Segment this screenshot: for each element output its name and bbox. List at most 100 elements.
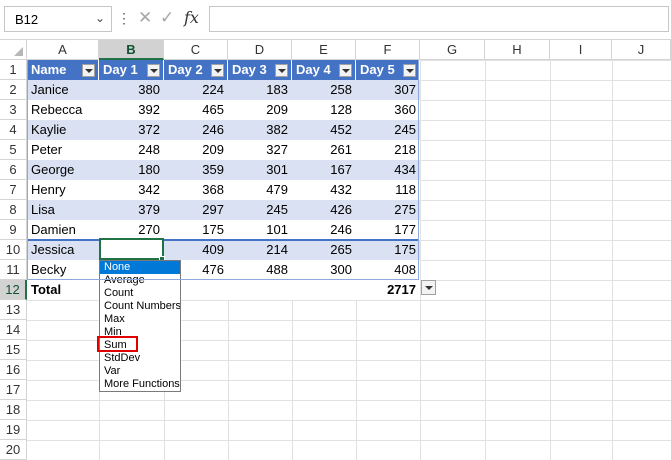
row-header-4[interactable]: 4: [0, 120, 27, 140]
table-cell-name[interactable]: George: [27, 160, 99, 180]
table-cell-value[interactable]: 261: [292, 140, 356, 160]
chevron-down-icon[interactable]: ⌄: [95, 11, 105, 25]
row-header-8[interactable]: 8: [0, 200, 27, 220]
row-header-20[interactable]: 20: [0, 440, 27, 460]
check-icon[interactable]: ✓: [160, 8, 174, 28]
filter-dropdown-icon[interactable]: [339, 64, 352, 77]
table-cell-value[interactable]: 372: [99, 120, 164, 140]
filter-dropdown-icon[interactable]: [82, 64, 95, 77]
table-cell-value[interactable]: 183: [228, 80, 292, 100]
table-cell-value[interactable]: 380: [99, 80, 164, 100]
row-header-7[interactable]: 7: [0, 180, 27, 200]
function-option-average[interactable]: Average: [100, 274, 180, 287]
table-cell-name[interactable]: Jessica: [27, 240, 99, 260]
row-header-14[interactable]: 14: [0, 320, 27, 340]
table-cell-value[interactable]: 118: [356, 180, 420, 200]
table-cell-value[interactable]: 452: [292, 120, 356, 140]
table-cell-value[interactable]: 246: [164, 120, 228, 140]
row-header-6[interactable]: 6: [0, 160, 27, 180]
table-cell-value[interactable]: 101: [228, 220, 292, 240]
table-cell-value[interactable]: 218: [356, 140, 420, 160]
table-cell-value[interactable]: 177: [356, 220, 420, 240]
function-option-min[interactable]: Min: [100, 326, 180, 339]
table-cell-value[interactable]: 270: [99, 220, 164, 240]
select-all-corner[interactable]: [0, 40, 27, 60]
table-cell-name[interactable]: Lisa: [27, 200, 99, 220]
row-header-5[interactable]: 5: [0, 140, 27, 160]
filter-dropdown-icon[interactable]: [403, 64, 416, 77]
row-header-17[interactable]: 17: [0, 380, 27, 400]
column-header-a[interactable]: A: [27, 40, 99, 60]
table-cell-value[interactable]: 167: [292, 160, 356, 180]
table-header-day-2[interactable]: Day 2: [164, 60, 228, 80]
row-header-18[interactable]: 18: [0, 400, 27, 420]
table-cell-value[interactable]: 426: [292, 200, 356, 220]
row-header-19[interactable]: 19: [0, 420, 27, 440]
column-header-f[interactable]: F: [356, 40, 420, 60]
table-cell-name[interactable]: Janice: [27, 80, 99, 100]
table-cell-value[interactable]: 245: [228, 200, 292, 220]
row-header-2[interactable]: 2: [0, 80, 27, 100]
table-cell-value[interactable]: 359: [164, 160, 228, 180]
table-header-day-1[interactable]: Day 1: [99, 60, 164, 80]
row-header-12[interactable]: 12: [0, 280, 27, 300]
function-option-count-numbers[interactable]: Count Numbers: [100, 300, 180, 313]
table-cell-value[interactable]: 209: [228, 100, 292, 120]
table-header-name[interactable]: Name: [27, 60, 99, 80]
table-cell-name[interactable]: Peter: [27, 140, 99, 160]
cancel-icon[interactable]: ✕: [138, 8, 152, 28]
row-header-11[interactable]: 11: [0, 260, 27, 280]
insert-function-icon[interactable]: fx: [184, 8, 199, 27]
row-header-3[interactable]: 3: [0, 100, 27, 120]
table-cell-value[interactable]: 432: [292, 180, 356, 200]
table-cell-value[interactable]: 300: [292, 260, 356, 280]
total-value[interactable]: 2717: [356, 280, 420, 300]
table-cell-value[interactable]: 297: [164, 200, 228, 220]
table-cell-value[interactable]: 479: [228, 180, 292, 200]
table-cell-name[interactable]: Damien: [27, 220, 99, 240]
name-box[interactable]: B12 ⌄: [4, 6, 112, 32]
filter-dropdown-icon[interactable]: [211, 64, 224, 77]
table-cell-value[interactable]: 265: [292, 240, 356, 260]
more-options-icon[interactable]: ⋮: [117, 10, 131, 27]
table-cell-value[interactable]: 409: [164, 240, 228, 260]
row-header-10[interactable]: 10: [0, 240, 27, 260]
table-cell-name[interactable]: Henry: [27, 180, 99, 200]
table-cell-value[interactable]: 392: [99, 100, 164, 120]
table-cell-value[interactable]: 128: [292, 100, 356, 120]
table-header-day-5[interactable]: Day 5: [356, 60, 420, 80]
table-cell-value[interactable]: 209: [164, 140, 228, 160]
table-cell-name[interactable]: Rebecca: [27, 100, 99, 120]
row-header-16[interactable]: 16: [0, 360, 27, 380]
total-cell-empty[interactable]: [228, 280, 292, 300]
function-option-var[interactable]: Var: [100, 365, 180, 378]
table-cell-value[interactable]: 382: [228, 120, 292, 140]
table-header-day-4[interactable]: Day 4: [292, 60, 356, 80]
table-cell-value[interactable]: 248: [99, 140, 164, 160]
table-cell-value[interactable]: 224: [164, 80, 228, 100]
table-cell-value[interactable]: 465: [164, 100, 228, 120]
formula-input[interactable]: [209, 6, 669, 32]
table-cell-value[interactable]: 307: [356, 80, 420, 100]
filter-dropdown-icon[interactable]: [147, 64, 160, 77]
column-header-g[interactable]: G: [420, 40, 485, 60]
total-cell-empty[interactable]: [292, 280, 356, 300]
table-cell-value[interactable]: 360: [356, 100, 420, 120]
total-dropdown-button[interactable]: [421, 280, 436, 295]
table-cell-value[interactable]: 301: [228, 160, 292, 180]
function-option-count[interactable]: Count: [100, 287, 180, 300]
column-header-c[interactable]: C: [164, 40, 228, 60]
row-header-15[interactable]: 15: [0, 340, 27, 360]
table-cell-name[interactable]: Becky: [27, 260, 99, 280]
function-option-more-functions[interactable]: More Functions...: [100, 378, 180, 391]
function-option-stddev[interactable]: StdDev: [100, 352, 180, 365]
table-cell-value[interactable]: 258: [292, 80, 356, 100]
table-cell-value[interactable]: 408: [356, 260, 420, 280]
table-cell-value[interactable]: 214: [228, 240, 292, 260]
row-header-9[interactable]: 9: [0, 220, 27, 240]
table-header-day-3[interactable]: Day 3: [228, 60, 292, 80]
table-cell-value[interactable]: 246: [292, 220, 356, 240]
table-cell-value[interactable]: 180: [99, 160, 164, 180]
column-header-j[interactable]: J: [612, 40, 671, 60]
table-cell-name[interactable]: Kaylie: [27, 120, 99, 140]
